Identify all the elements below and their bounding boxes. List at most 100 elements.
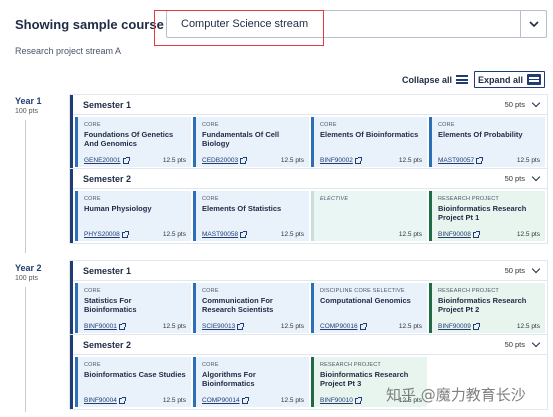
course-footer: 12.5 pts — [320, 231, 422, 238]
course-card[interactable]: DISCIPLINE CORE SELECTIVE Computational G… — [311, 283, 427, 333]
course-points: 12.5 pts — [516, 231, 540, 238]
course-card[interactable]: CORE Foundations Of Genetics And Genomics… — [75, 117, 191, 167]
course-category: DISCIPLINE CORE SELECTIVE — [320, 288, 405, 294]
course-card[interactable]: CORE Statistics For Bioinformatics BINF900… — [75, 283, 191, 333]
course-code-link[interactable]: SCIE90013 — [202, 322, 245, 330]
external-link-icon — [118, 322, 126, 330]
chevron-down-icon[interactable] — [531, 98, 541, 108]
course-category: CORE — [320, 122, 337, 128]
course-category: CORE — [84, 362, 101, 368]
course-card[interactable]: CORE Human Physiology PHYS20008 12.5 pts — [75, 191, 191, 241]
course-title: Elements Of Bioinformatics — [320, 130, 419, 139]
course-title: Bioinformatics Research Project Pt 1 — [438, 204, 527, 222]
course-code-link[interactable]: PHYS20008 — [84, 230, 129, 238]
expand-all-button[interactable]: Expand all — [473, 71, 545, 88]
course-footer: BINF90001 12.5 pts — [84, 322, 186, 330]
course-card[interactable]: ELECTIVE 12.5 pts — [311, 191, 427, 241]
semester-header[interactable]: Semester 1 50 pts — [73, 95, 547, 115]
course-category: CORE — [84, 288, 101, 294]
course-points: 12.5 pts — [162, 397, 186, 404]
plan-header: Showing sample course plan: Computer Sci… — [15, 10, 547, 38]
course-footer: BINF90008 12.5 pts — [438, 230, 540, 238]
external-link-icon — [354, 156, 362, 164]
external-link-icon — [121, 230, 129, 238]
course-card[interactable]: CORE Bioinformatics Case Studies BINF90004… — [75, 357, 191, 407]
course-code-link[interactable]: BINF90009 — [438, 322, 480, 330]
course-code-link[interactable]: MAST90057 — [438, 156, 484, 164]
chevron-down-icon[interactable] — [531, 338, 541, 348]
chevron-down-icon[interactable] — [520, 11, 546, 37]
course-code: BINF90002 — [320, 157, 353, 164]
semester-points: 50 pts — [504, 174, 525, 183]
semester-header[interactable]: Semester 2 50 pts — [73, 335, 547, 355]
collapse-all-button[interactable]: Collapse all — [402, 75, 468, 85]
course-title: Communication For Research Scientists — [202, 296, 274, 314]
course-footer: COMP90014 12.5 pts — [202, 396, 304, 404]
course-footer: BINF90004 12.5 pts — [84, 396, 186, 404]
collapse-all-label: Collapse all — [401, 74, 452, 85]
course-code: COMP90016 — [320, 323, 358, 330]
course-card[interactable]: CORE Communication For Research Scientist… — [193, 283, 309, 333]
course-code-link[interactable]: BINF90008 — [438, 230, 480, 238]
course-footer: GENE20001 12.5 pts — [84, 156, 186, 164]
course-card-row: CORE Human Physiology PHYS20008 12.5 pts COR… — [73, 189, 547, 243]
course-card[interactable]: CORE Elements Of Bioinformatics BINF90002 1… — [311, 117, 427, 167]
course-code-link[interactable]: CEDB20003 — [202, 156, 248, 164]
semester-title: Semester 1 — [83, 265, 132, 276]
course-card[interactable]: CORE Elements Of Probability MAST90057 12.5… — [429, 117, 545, 167]
semester-header[interactable]: Semester 1 50 pts — [73, 261, 547, 281]
course-points: 12.5 pts — [280, 397, 304, 404]
course-title: Elements Of Probability — [438, 130, 523, 139]
course-code-link[interactable]: COMP90016 — [320, 322, 367, 330]
plan-subtitle: Research project stream A — [15, 46, 122, 56]
course-code: CEDB20003 — [202, 157, 239, 164]
course-code: BINF90008 — [438, 231, 471, 238]
course-code-link[interactable]: BINF90004 — [84, 396, 126, 404]
course-card[interactable]: CORE Algorithms For Bioinformatics COMP900… — [193, 357, 309, 407]
course-points: 12.5 pts — [280, 231, 304, 238]
course-category: RESEARCH PROJECT — [438, 288, 499, 294]
external-link-icon — [237, 322, 245, 330]
course-card[interactable]: CORE Fundamentals Of Cell Biology CEDB2000… — [193, 117, 309, 167]
course-code-link[interactable]: GENE20001 — [84, 156, 130, 164]
course-card[interactable]: RESEARCH PROJECT Bioinformatics Research … — [429, 283, 545, 333]
course-points: 12.5 pts — [516, 157, 540, 164]
course-category: CORE — [438, 122, 455, 128]
course-footer: PHYS20008 12.5 pts — [84, 230, 186, 238]
course-category: RESEARCH PROJECT — [438, 196, 499, 202]
course-points: 12.5 pts — [280, 323, 304, 330]
course-code: SCIE90013 — [202, 323, 236, 330]
semester-title: Semester 2 — [83, 173, 132, 184]
course-card[interactable]: CORE Elements Of Statistics MAST90058 12.5 … — [193, 191, 309, 241]
course-category: CORE — [202, 122, 219, 128]
semester-meta: 50 pts — [504, 172, 541, 183]
course-title: Foundations Of Genetics And Genomics — [84, 130, 174, 148]
course-code-link[interactable]: COMP90014 — [202, 396, 249, 404]
course-code-link[interactable]: BINF90010 — [320, 396, 362, 404]
course-code-link[interactable]: BINF90002 — [320, 156, 362, 164]
course-title: Algorithms For Bioinformatics — [202, 370, 256, 388]
course-title: Human Physiology — [84, 204, 152, 213]
course-code: COMP90014 — [202, 397, 240, 404]
course-footer: MAST90057 12.5 pts — [438, 156, 540, 164]
course-category: ELECTIVE — [320, 196, 349, 202]
course-code: BINF90010 — [320, 397, 353, 404]
chevron-down-icon[interactable] — [531, 264, 541, 274]
course-code-link[interactable]: MAST90058 — [202, 230, 248, 238]
course-category: CORE — [202, 362, 219, 368]
chevron-down-icon[interactable] — [531, 172, 541, 182]
course-title: Bioinformatics Case Studies — [84, 370, 186, 379]
year-label: Year 1 — [15, 96, 42, 106]
course-code-link[interactable]: BINF90001 — [84, 322, 126, 330]
semester-panel: Semester 1 50 pts CORE Foundations Of Genet… — [70, 95, 547, 169]
course-code: GENE20001 — [84, 157, 121, 164]
course-footer: CEDB20003 12.5 pts — [202, 156, 304, 164]
plan-select[interactable]: Computer Science stream — [166, 10, 547, 38]
course-footer: SCIE90013 12.5 pts — [202, 322, 304, 330]
course-card[interactable]: RESEARCH PROJECT Bioinformatics Research … — [429, 191, 545, 241]
semester-header[interactable]: Semester 2 50 pts — [73, 169, 547, 189]
external-link-icon — [476, 156, 484, 164]
course-code: BINF90009 — [438, 323, 471, 330]
course-code: PHYS20008 — [84, 231, 120, 238]
course-points: 12.5 pts — [162, 323, 186, 330]
